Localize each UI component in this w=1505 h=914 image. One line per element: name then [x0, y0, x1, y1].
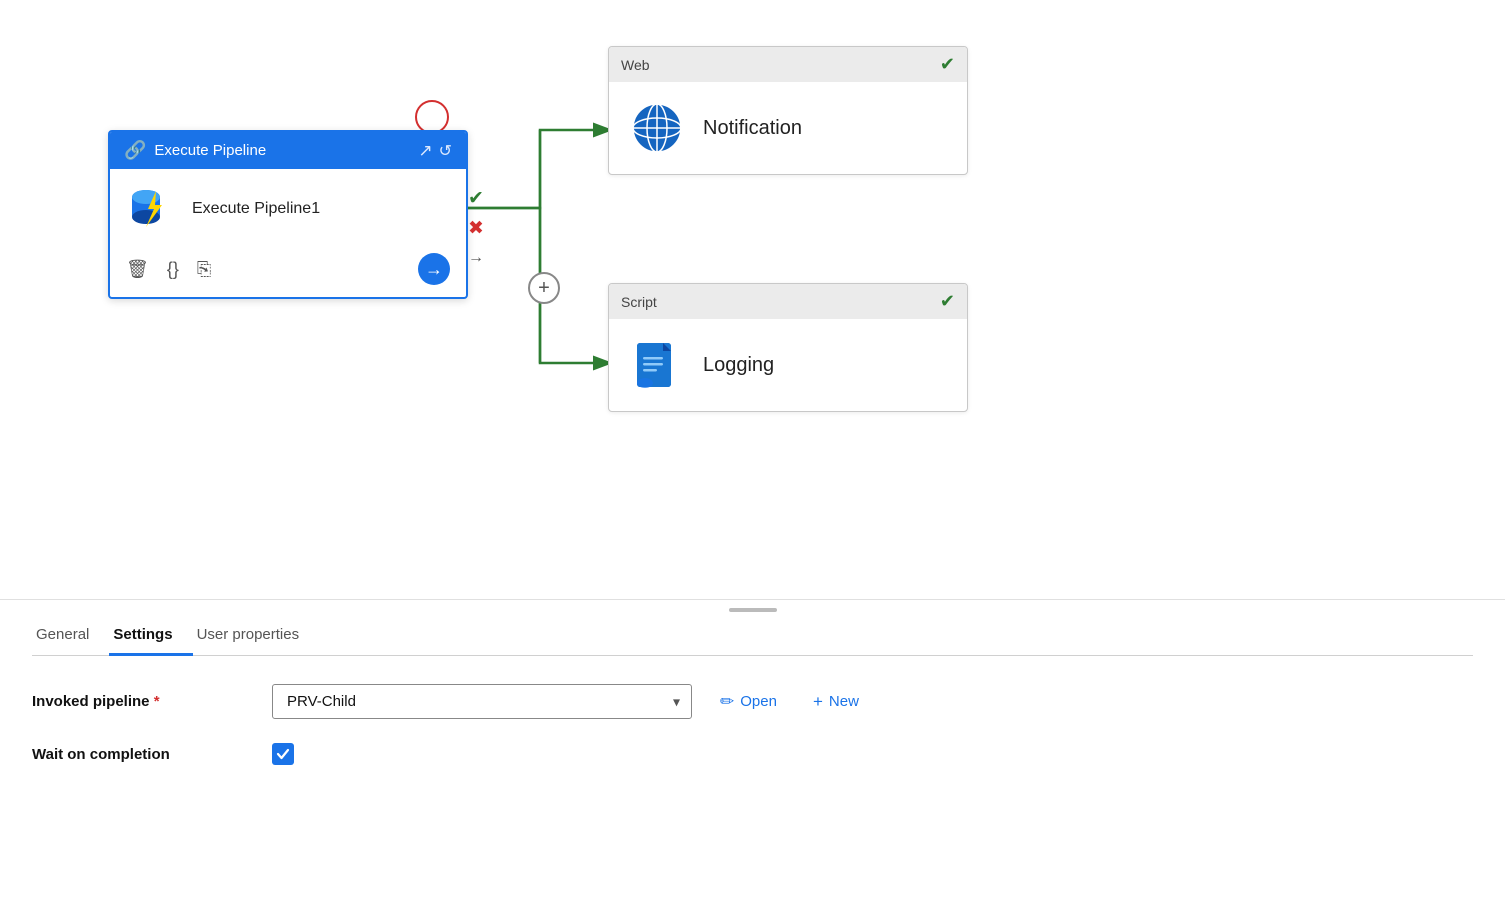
open-pipeline-button[interactable]: ✏ Open: [712, 686, 785, 718]
pipeline-node-header: 🔗 Execute Pipeline ↗ ↺: [110, 132, 466, 169]
collapse-handle[interactable]: [32, 600, 1473, 616]
script-logging-label: Logging: [703, 354, 774, 377]
external-link-icon[interactable]: 🔗: [124, 140, 146, 161]
invoked-pipeline-select[interactable]: PRV-Child PRV-Main PRV-Test: [272, 684, 692, 719]
invoked-pipeline-label: Invoked pipeline *: [32, 693, 252, 710]
invoked-pipeline-row: Invoked pipeline * PRV-Child PRV-Main PR…: [32, 684, 1473, 719]
navigate-arrow[interactable]: →: [418, 253, 450, 285]
completion-branch-icon[interactable]: →: [463, 245, 489, 271]
script-logging-node[interactable]: Script ✔ Logging: [608, 283, 968, 412]
refresh-icon[interactable]: ↺: [439, 141, 452, 161]
web-check-badge: ✔: [940, 54, 955, 75]
delete-icon[interactable]: 🗑: [126, 259, 149, 280]
collapse-bar: [729, 608, 777, 612]
web-notification-label: Notification: [703, 117, 802, 140]
plus-icon: +: [813, 692, 823, 712]
script-node-header: Script ✔: [609, 284, 967, 319]
web-header-label: Web: [621, 57, 650, 73]
execute-pipeline-icon: [126, 183, 178, 235]
web-node-header: Web ✔: [609, 47, 967, 82]
error-indicator: [415, 100, 449, 134]
failure-branch-icon[interactable]: ✖: [463, 215, 489, 241]
pencil-icon: ✏: [720, 692, 734, 712]
pipeline-node-title: Execute Pipeline: [154, 142, 266, 159]
settings-form: Invoked pipeline * PRV-Child PRV-Main PR…: [32, 684, 1473, 765]
tab-user-properties[interactable]: User properties: [193, 616, 320, 656]
branch-icons-group: ✔ ✖ →: [463, 185, 489, 271]
json-icon[interactable]: {}: [167, 259, 179, 280]
bottom-panel: General Settings User properties Invoked…: [0, 600, 1505, 765]
tab-settings[interactable]: Settings: [109, 616, 192, 656]
execute-pipeline-node[interactable]: 🔗 Execute Pipeline ↗ ↺ Execute: [108, 130, 468, 299]
wait-on-completion-row: Wait on completion: [32, 743, 1473, 765]
pipeline-node-footer: 🗑 {} ⎘ →: [110, 245, 466, 297]
invoked-pipeline-select-wrapper: PRV-Child PRV-Main PRV-Test ▾: [272, 684, 692, 719]
add-activity-button[interactable]: +: [528, 272, 560, 304]
wait-on-completion-label: Wait on completion: [32, 746, 252, 763]
web-globe-icon: [629, 100, 685, 156]
wait-on-completion-checkbox-wrapper[interactable]: [272, 743, 294, 765]
new-pipeline-button[interactable]: + New: [805, 686, 867, 718]
script-doc-icon: [629, 337, 685, 393]
web-notification-node[interactable]: Web ✔ Notification: [608, 46, 968, 175]
pipeline-canvas: 🔗 Execute Pipeline ↗ ↺ Execute: [0, 0, 1505, 600]
tabs-row: General Settings User properties: [32, 616, 1473, 656]
tab-general[interactable]: General: [32, 616, 109, 656]
web-node-body: Notification: [609, 82, 967, 174]
copy-icon[interactable]: ⎘: [197, 259, 211, 280]
pipeline-node-body: Execute Pipeline1: [110, 169, 466, 245]
pipeline-header-icons: ↗ ↺: [418, 141, 452, 161]
script-check-badge: ✔: [940, 291, 955, 312]
open-external-icon[interactable]: ↗: [418, 141, 432, 161]
script-header-label: Script: [621, 294, 657, 310]
pipeline-header-left: 🔗 Execute Pipeline: [124, 140, 266, 161]
success-branch-icon[interactable]: ✔: [463, 185, 489, 211]
wait-on-completion-checkbox[interactable]: [272, 743, 294, 765]
script-node-body: Logging: [609, 319, 967, 411]
pipeline-activity-name: Execute Pipeline1: [192, 200, 320, 218]
required-star: *: [154, 693, 160, 710]
